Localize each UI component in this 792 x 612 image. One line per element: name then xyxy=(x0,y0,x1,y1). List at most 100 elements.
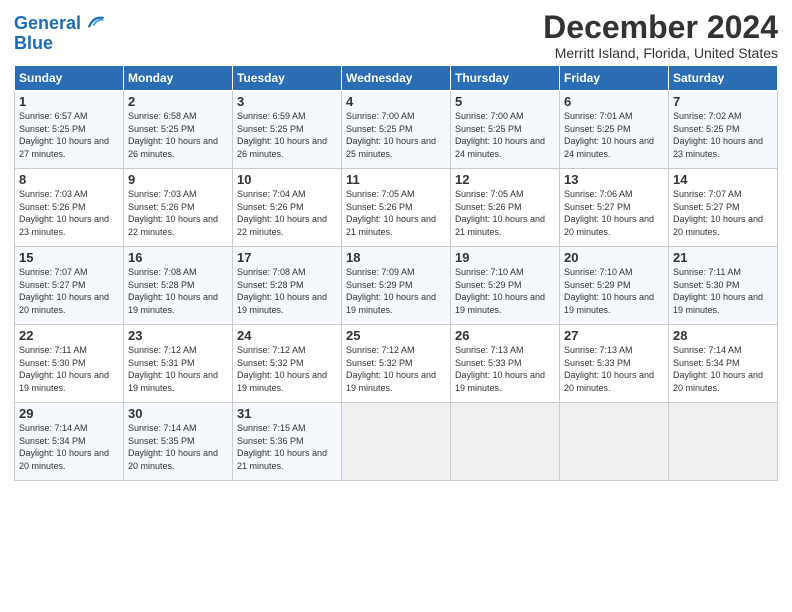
day-number: 30 xyxy=(128,406,228,421)
day-number: 13 xyxy=(564,172,664,187)
day-number: 29 xyxy=(19,406,119,421)
day-number: 26 xyxy=(455,328,555,343)
day-number: 8 xyxy=(19,172,119,187)
day-number: 6 xyxy=(564,94,664,109)
calendar-cell: 18 Sunrise: 7:09 AMSunset: 5:29 PMDaylig… xyxy=(342,247,451,325)
day-info: Sunrise: 7:14 AMSunset: 5:35 PMDaylight:… xyxy=(128,423,218,471)
weekday-header: Monday xyxy=(124,66,233,91)
calendar-cell: 6 Sunrise: 7:01 AMSunset: 5:25 PMDayligh… xyxy=(560,91,669,169)
weekday-header: Sunday xyxy=(15,66,124,91)
day-info: Sunrise: 7:10 AMSunset: 5:29 PMDaylight:… xyxy=(455,267,545,315)
day-info: Sunrise: 7:13 AMSunset: 5:33 PMDaylight:… xyxy=(455,345,545,393)
day-number: 24 xyxy=(237,328,337,343)
day-number: 28 xyxy=(673,328,773,343)
day-info: Sunrise: 7:13 AMSunset: 5:33 PMDaylight:… xyxy=(564,345,654,393)
calendar-week-row: 8 Sunrise: 7:03 AMSunset: 5:26 PMDayligh… xyxy=(15,169,778,247)
day-info: Sunrise: 7:05 AMSunset: 5:26 PMDaylight:… xyxy=(455,189,545,237)
day-number: 11 xyxy=(346,172,446,187)
calendar-cell: 22 Sunrise: 7:11 AMSunset: 5:30 PMDaylig… xyxy=(15,325,124,403)
calendar-cell: 16 Sunrise: 7:08 AMSunset: 5:28 PMDaylig… xyxy=(124,247,233,325)
weekday-header: Friday xyxy=(560,66,669,91)
calendar-cell: 14 Sunrise: 7:07 AMSunset: 5:27 PMDaylig… xyxy=(669,169,778,247)
calendar-header-row: SundayMondayTuesdayWednesdayThursdayFrid… xyxy=(15,66,778,91)
calendar-cell: 10 Sunrise: 7:04 AMSunset: 5:26 PMDaylig… xyxy=(233,169,342,247)
calendar-cell: 8 Sunrise: 7:03 AMSunset: 5:26 PMDayligh… xyxy=(15,169,124,247)
day-info: Sunrise: 7:06 AMSunset: 5:27 PMDaylight:… xyxy=(564,189,654,237)
day-number: 4 xyxy=(346,94,446,109)
day-number: 27 xyxy=(564,328,664,343)
calendar-cell: 31 Sunrise: 7:15 AMSunset: 5:36 PMDaylig… xyxy=(233,403,342,481)
calendar-cell: 21 Sunrise: 7:11 AMSunset: 5:30 PMDaylig… xyxy=(669,247,778,325)
day-number: 31 xyxy=(237,406,337,421)
calendar-table: SundayMondayTuesdayWednesdayThursdayFrid… xyxy=(14,65,778,481)
day-number: 16 xyxy=(128,250,228,265)
calendar-cell: 15 Sunrise: 7:07 AMSunset: 5:27 PMDaylig… xyxy=(15,247,124,325)
day-info: Sunrise: 7:09 AMSunset: 5:29 PMDaylight:… xyxy=(346,267,436,315)
day-number: 3 xyxy=(237,94,337,109)
calendar-cell: 12 Sunrise: 7:05 AMSunset: 5:26 PMDaylig… xyxy=(451,169,560,247)
day-info: Sunrise: 7:04 AMSunset: 5:26 PMDaylight:… xyxy=(237,189,327,237)
calendar-cell: 7 Sunrise: 7:02 AMSunset: 5:25 PMDayligh… xyxy=(669,91,778,169)
calendar-cell: 25 Sunrise: 7:12 AMSunset: 5:32 PMDaylig… xyxy=(342,325,451,403)
day-info: Sunrise: 7:08 AMSunset: 5:28 PMDaylight:… xyxy=(237,267,327,315)
day-number: 2 xyxy=(128,94,228,109)
day-info: Sunrise: 7:11 AMSunset: 5:30 PMDaylight:… xyxy=(19,345,109,393)
day-info: Sunrise: 7:15 AMSunset: 5:36 PMDaylight:… xyxy=(237,423,327,471)
day-info: Sunrise: 7:03 AMSunset: 5:26 PMDaylight:… xyxy=(128,189,218,237)
logo-icon xyxy=(83,11,105,33)
calendar-cell: 5 Sunrise: 7:00 AMSunset: 5:25 PMDayligh… xyxy=(451,91,560,169)
day-info: Sunrise: 7:02 AMSunset: 5:25 PMDaylight:… xyxy=(673,111,763,159)
day-info: Sunrise: 7:07 AMSunset: 5:27 PMDaylight:… xyxy=(673,189,763,237)
calendar-cell: 27 Sunrise: 7:13 AMSunset: 5:33 PMDaylig… xyxy=(560,325,669,403)
calendar-cell: 2 Sunrise: 6:58 AMSunset: 5:25 PMDayligh… xyxy=(124,91,233,169)
calendar-cell: 26 Sunrise: 7:13 AMSunset: 5:33 PMDaylig… xyxy=(451,325,560,403)
day-info: Sunrise: 7:08 AMSunset: 5:28 PMDaylight:… xyxy=(128,267,218,315)
calendar-cell xyxy=(342,403,451,481)
day-number: 18 xyxy=(346,250,446,265)
day-info: Sunrise: 7:14 AMSunset: 5:34 PMDaylight:… xyxy=(19,423,109,471)
day-number: 9 xyxy=(128,172,228,187)
calendar-cell: 3 Sunrise: 6:59 AMSunset: 5:25 PMDayligh… xyxy=(233,91,342,169)
calendar-cell: 4 Sunrise: 7:00 AMSunset: 5:25 PMDayligh… xyxy=(342,91,451,169)
day-info: Sunrise: 6:57 AMSunset: 5:25 PMDaylight:… xyxy=(19,111,109,159)
day-info: Sunrise: 7:11 AMSunset: 5:30 PMDaylight:… xyxy=(673,267,763,315)
calendar-cell: 30 Sunrise: 7:14 AMSunset: 5:35 PMDaylig… xyxy=(124,403,233,481)
calendar-cell: 28 Sunrise: 7:14 AMSunset: 5:34 PMDaylig… xyxy=(669,325,778,403)
calendar-week-row: 15 Sunrise: 7:07 AMSunset: 5:27 PMDaylig… xyxy=(15,247,778,325)
logo-text: General xyxy=(14,14,81,34)
day-info: Sunrise: 6:58 AMSunset: 5:25 PMDaylight:… xyxy=(128,111,218,159)
page-header: General Blue December 2024 Merritt Islan… xyxy=(14,10,778,61)
day-number: 25 xyxy=(346,328,446,343)
day-number: 15 xyxy=(19,250,119,265)
day-number: 20 xyxy=(564,250,664,265)
calendar-week-row: 22 Sunrise: 7:11 AMSunset: 5:30 PMDaylig… xyxy=(15,325,778,403)
logo: General Blue xyxy=(14,14,105,54)
day-number: 23 xyxy=(128,328,228,343)
day-number: 5 xyxy=(455,94,555,109)
day-number: 21 xyxy=(673,250,773,265)
day-info: Sunrise: 7:07 AMSunset: 5:27 PMDaylight:… xyxy=(19,267,109,315)
calendar-cell xyxy=(560,403,669,481)
day-info: Sunrise: 7:12 AMSunset: 5:32 PMDaylight:… xyxy=(346,345,436,393)
day-number: 19 xyxy=(455,250,555,265)
month-title: December 2024 xyxy=(543,10,778,45)
page-container: General Blue December 2024 Merritt Islan… xyxy=(0,0,792,491)
calendar-cell: 20 Sunrise: 7:10 AMSunset: 5:29 PMDaylig… xyxy=(560,247,669,325)
day-number: 12 xyxy=(455,172,555,187)
calendar-cell: 17 Sunrise: 7:08 AMSunset: 5:28 PMDaylig… xyxy=(233,247,342,325)
day-info: Sunrise: 7:00 AMSunset: 5:25 PMDaylight:… xyxy=(346,111,436,159)
day-info: Sunrise: 7:12 AMSunset: 5:32 PMDaylight:… xyxy=(237,345,327,393)
day-info: Sunrise: 7:01 AMSunset: 5:25 PMDaylight:… xyxy=(564,111,654,159)
day-number: 7 xyxy=(673,94,773,109)
location-title: Merritt Island, Florida, United States xyxy=(543,45,778,61)
calendar-cell xyxy=(451,403,560,481)
day-info: Sunrise: 7:05 AMSunset: 5:26 PMDaylight:… xyxy=(346,189,436,237)
day-info: Sunrise: 7:00 AMSunset: 5:25 PMDaylight:… xyxy=(455,111,545,159)
calendar-cell xyxy=(669,403,778,481)
day-info: Sunrise: 7:03 AMSunset: 5:26 PMDaylight:… xyxy=(19,189,109,237)
title-block: December 2024 Merritt Island, Florida, U… xyxy=(543,10,778,61)
calendar-cell: 9 Sunrise: 7:03 AMSunset: 5:26 PMDayligh… xyxy=(124,169,233,247)
day-info: Sunrise: 7:14 AMSunset: 5:34 PMDaylight:… xyxy=(673,345,763,393)
calendar-cell: 11 Sunrise: 7:05 AMSunset: 5:26 PMDaylig… xyxy=(342,169,451,247)
calendar-cell: 23 Sunrise: 7:12 AMSunset: 5:31 PMDaylig… xyxy=(124,325,233,403)
